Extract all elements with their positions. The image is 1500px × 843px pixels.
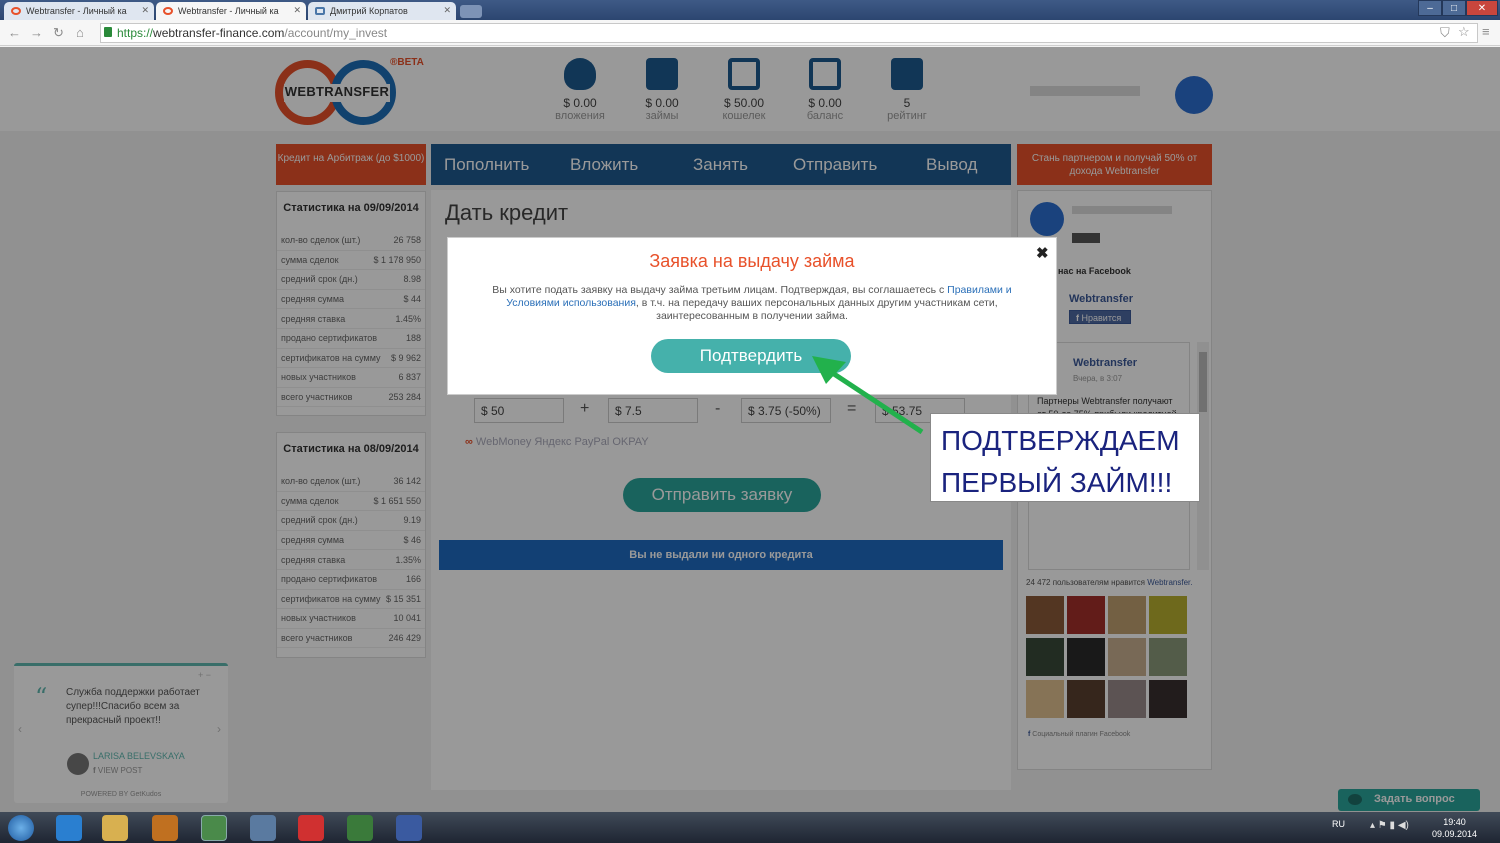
- modal-text-part: Вы хотите подать заявку на выдачу займа …: [492, 284, 948, 296]
- browser-tab[interactable]: Webtransfer - Личный ка ✕: [4, 2, 154, 20]
- lock-icon: [104, 27, 112, 37]
- modal-overlay[interactable]: [0, 47, 1500, 812]
- tab-label: Webtransfer - Личный ка: [26, 6, 127, 16]
- close-tab-icon[interactable]: ✕: [141, 5, 149, 16]
- bookmark-star-icon[interactable]: ☆: [1458, 24, 1470, 40]
- back-icon[interactable]: ←: [8, 25, 21, 40]
- speaker-app-icon[interactable]: [250, 815, 276, 841]
- file-explorer-icon[interactable]: [102, 815, 128, 841]
- home-icon[interactable]: ⌂: [76, 25, 84, 40]
- webtransfer-favicon-icon: [163, 7, 173, 15]
- vk-favicon-icon: [315, 7, 325, 15]
- browser-tab-active[interactable]: Webtransfer - Личный ка ✕: [156, 2, 306, 20]
- modal-title: Заявка на выдачу займа: [649, 251, 855, 271]
- modal-text-part: , в т.ч. на передачу ваших персональных …: [635, 297, 998, 322]
- url-scheme: https://: [117, 26, 154, 40]
- reload-icon[interactable]: ↻: [53, 25, 64, 41]
- language-indicator[interactable]: RU: [1332, 819, 1345, 829]
- browser-tab[interactable]: Дмитрий Корпатов ✕: [308, 2, 456, 20]
- callout-line-2: ПЕРВЫЙ ЗАЙМ!!!: [941, 467, 1173, 498]
- chrome-icon[interactable]: [201, 815, 227, 841]
- url-path: /account/my_invest: [284, 26, 388, 40]
- menu-icon[interactable]: ≡: [1482, 24, 1490, 39]
- media-player-icon[interactable]: [152, 815, 178, 841]
- address-bar: ← → ↻ ⌂ https://webtransfer-finance.com/…: [0, 20, 1500, 46]
- close-window-icon[interactable]: ✕: [1466, 0, 1498, 16]
- yandex-icon[interactable]: [298, 815, 324, 841]
- callout-line-1: ПОДТВЕРЖДАЕМ: [941, 425, 1180, 456]
- tab-label: Webtransfer - Личный ка: [178, 6, 279, 16]
- start-button-icon[interactable]: [8, 815, 34, 841]
- tab-label: Дмитрий Корпатов: [330, 6, 408, 16]
- app-icon[interactable]: [347, 815, 373, 841]
- internet-explorer-icon[interactable]: [56, 815, 82, 841]
- close-tab-icon[interactable]: ✕: [293, 5, 301, 16]
- clock-date: 09.09.2014: [1432, 829, 1478, 839]
- arrow-shaft: [826, 367, 924, 435]
- modal-text: Вы хотите подать заявку на выдачу займа …: [477, 284, 1027, 323]
- close-tab-icon[interactable]: ✕: [443, 5, 451, 16]
- clock[interactable]: 19:40 09.09.2014: [1432, 816, 1477, 840]
- forward-icon[interactable]: →: [30, 25, 43, 40]
- url-input[interactable]: https://webtransfer-finance.com/account/…: [100, 23, 1478, 43]
- app-icon[interactable]: [396, 815, 422, 841]
- minimize-icon[interactable]: –: [1418, 0, 1442, 16]
- url-host: webtransfer-finance.com: [153, 26, 285, 40]
- browser-tab-bar: Webtransfer - Личный ка ✕ Webtransfer - …: [0, 0, 1500, 20]
- maximize-icon[interactable]: □: [1442, 0, 1466, 16]
- new-tab-button[interactable]: [460, 5, 482, 18]
- shield-icon[interactable]: ⛉: [1440, 25, 1450, 41]
- tray-icons[interactable]: ▴ ⚑ ▮ ◀): [1370, 820, 1409, 831]
- annotation-callout: ПОДТВЕРЖДАЕМ ПЕРВЫЙ ЗАЙМ!!!: [930, 413, 1200, 502]
- webtransfer-favicon-icon: [11, 7, 21, 15]
- annotation-arrow-icon: [812, 356, 924, 435]
- clock-time: 19:40: [1443, 817, 1466, 827]
